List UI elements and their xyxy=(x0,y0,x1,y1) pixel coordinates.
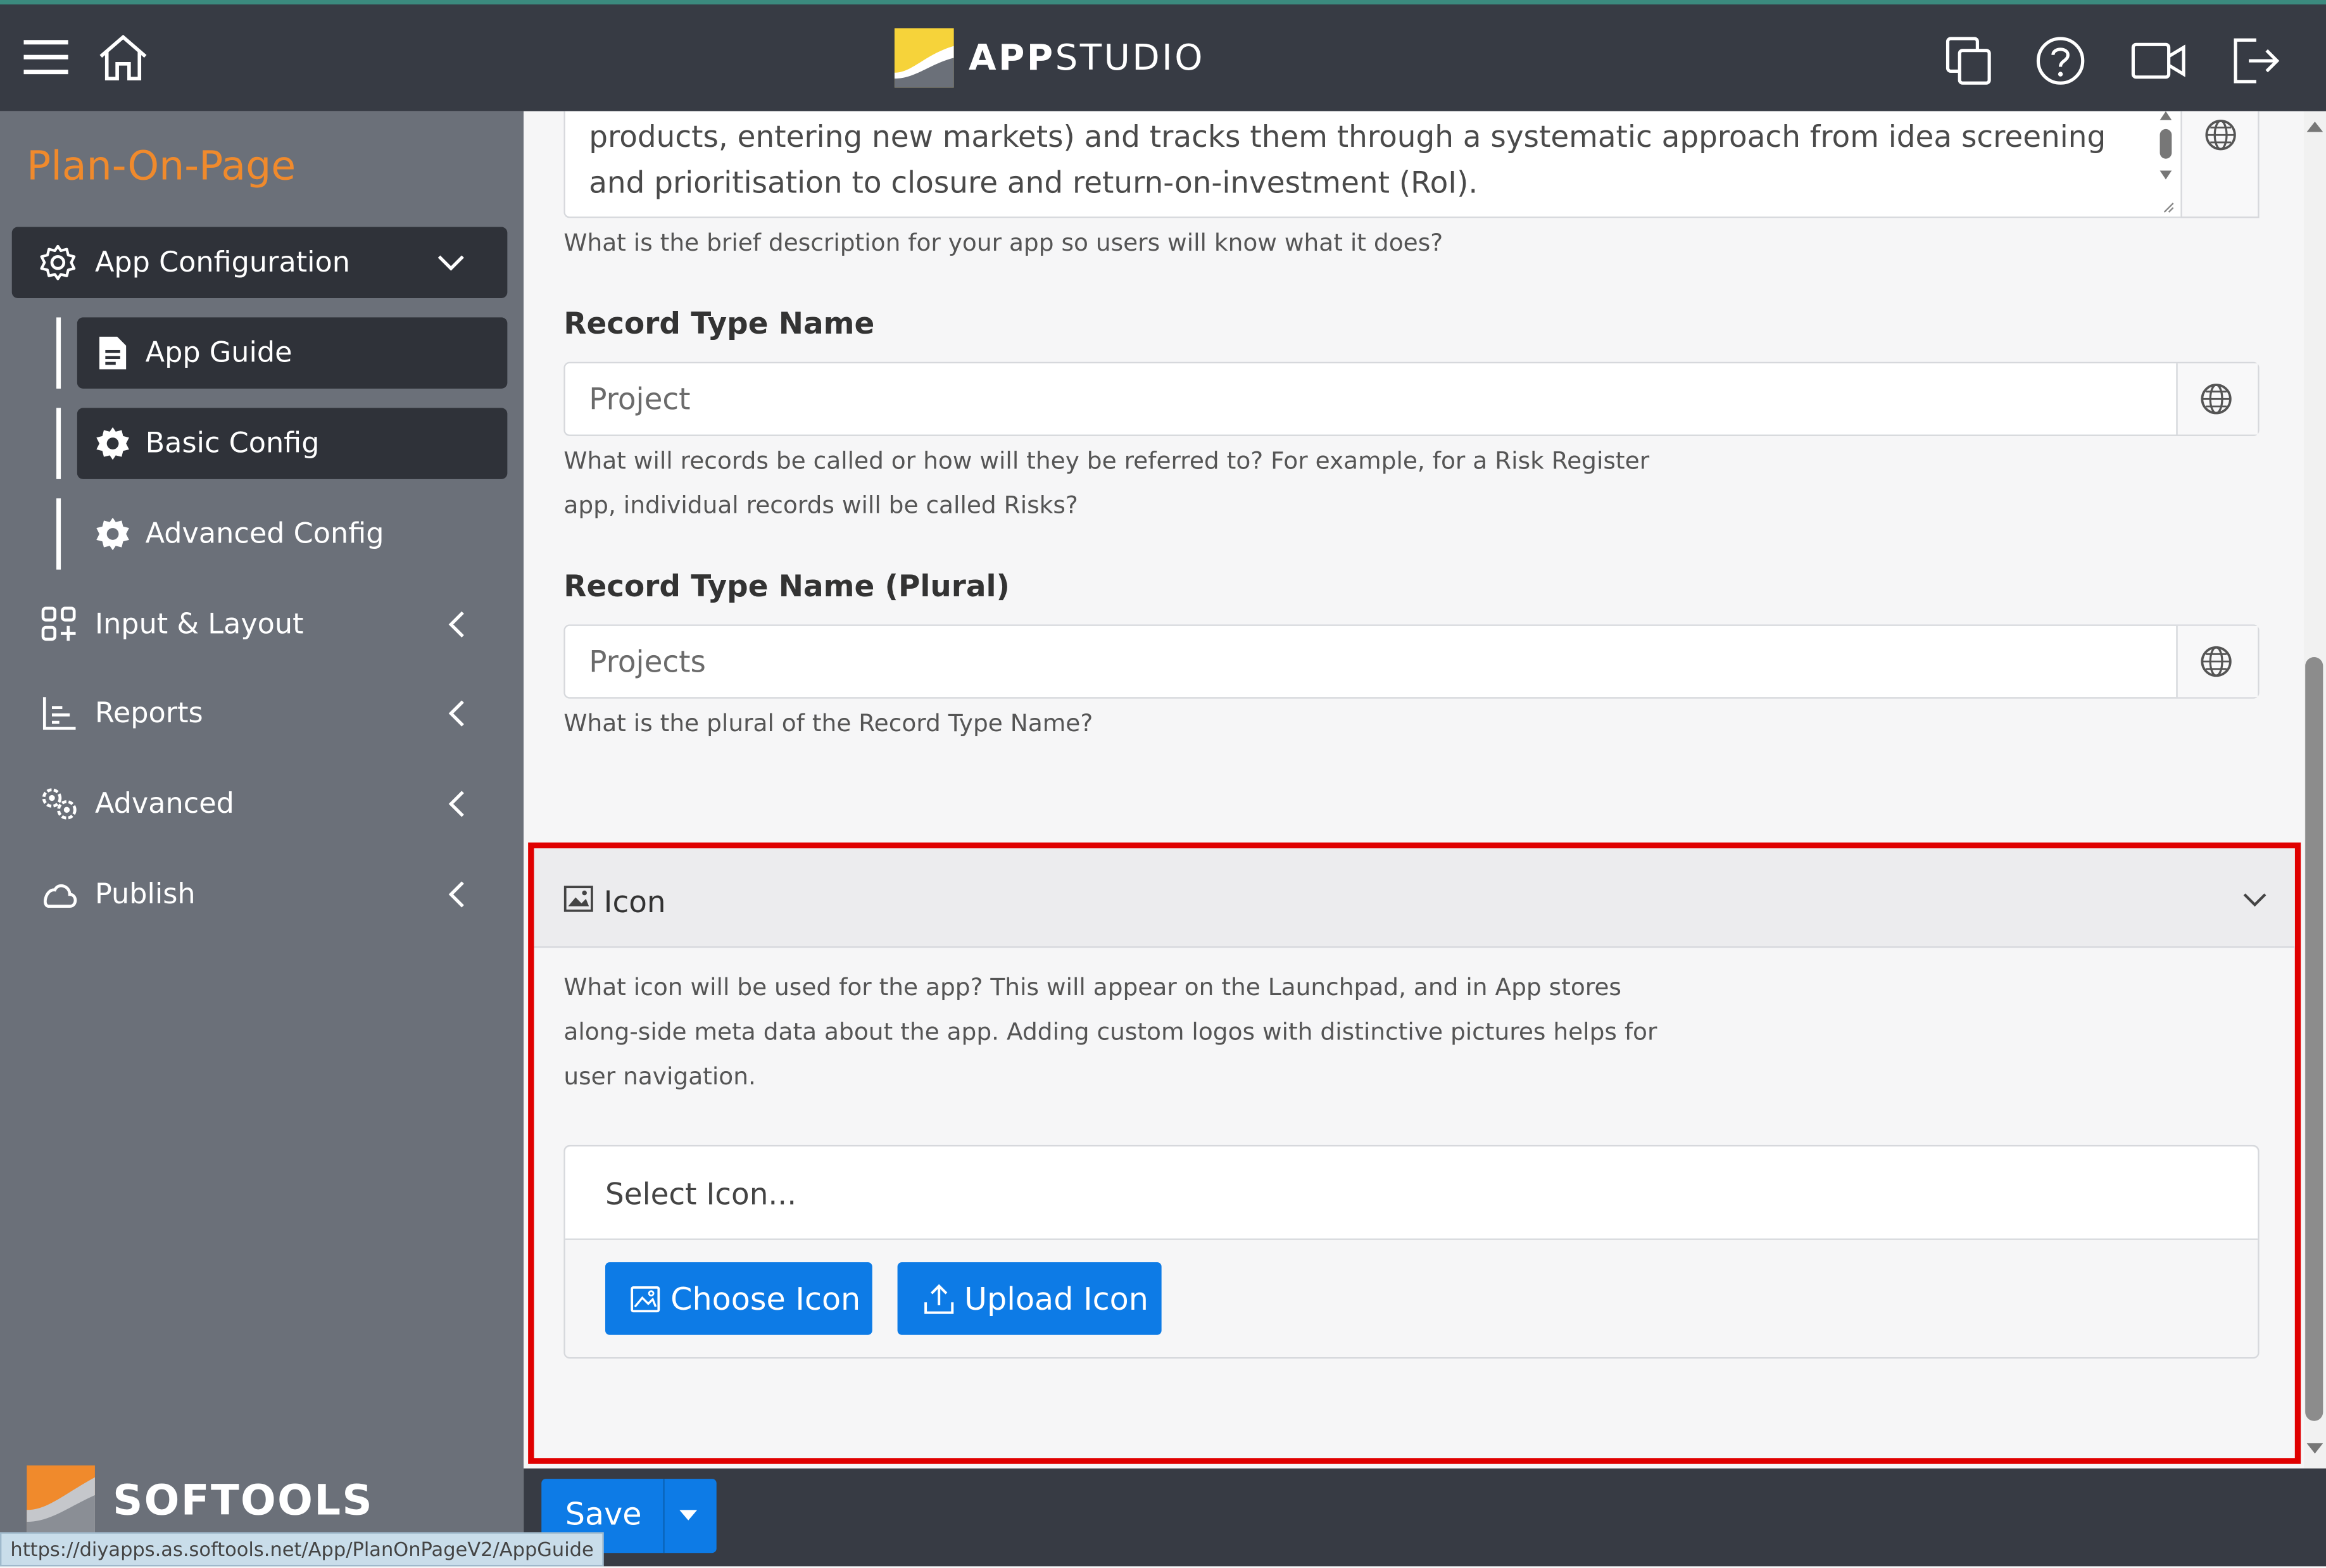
sidebar-item-app-guide[interactable]: App Guide xyxy=(77,317,508,389)
softools-brand: SOFTOOLS xyxy=(113,1475,374,1524)
sidebar-item-label: Input & Layout xyxy=(94,608,304,641)
copy-icon[interactable] xyxy=(1945,35,1996,86)
brand-name-bold: APP xyxy=(969,37,1055,79)
record-type-value: Project xyxy=(589,381,691,417)
translate-button[interactable] xyxy=(2176,625,2258,698)
description-text: products, entering new markets) and trac… xyxy=(589,118,2106,201)
record-type-help-line1: What will records be called or how will … xyxy=(563,446,1650,475)
scrollbar-thumb[interactable] xyxy=(2305,656,2323,1421)
description-help: What is the brief description for your a… xyxy=(563,228,1443,257)
sidebar-item-label: App Guide xyxy=(145,336,292,370)
chevron-down-icon[interactable] xyxy=(2243,893,2266,908)
sidebar-item-app-configuration[interactable]: App Configuration xyxy=(11,227,508,298)
save-label: Save xyxy=(565,1496,642,1533)
textarea-scrollbar[interactable] xyxy=(2156,111,2177,215)
chevron-down-icon xyxy=(437,255,464,271)
select-icon-placeholder: Select Icon... xyxy=(605,1176,797,1212)
record-type-input[interactable]: Project xyxy=(563,361,2260,436)
save-split-divider xyxy=(663,1479,665,1553)
logout-icon[interactable] xyxy=(2230,35,2283,86)
description-textarea[interactable]: products, entering new markets) and trac… xyxy=(563,111,2260,218)
menu-icon[interactable] xyxy=(23,37,68,79)
softools-logo-mark xyxy=(27,1465,95,1534)
sidebar-item-reports[interactable]: Reports xyxy=(12,678,508,749)
sidebar-item-label: Advanced xyxy=(94,787,234,820)
chevron-left-icon xyxy=(448,700,464,727)
globe-icon xyxy=(2205,120,2236,151)
record-type-label: Record Type Name xyxy=(563,305,875,341)
icon-help-line1: What icon will be used for the app? This… xyxy=(563,973,1621,1001)
record-plural-input[interactable]: Projects xyxy=(563,624,2260,699)
choose-icon-label: Choose Icon xyxy=(670,1281,861,1317)
sidebar-item-basic-config[interactable]: Basic Config xyxy=(77,408,508,479)
document-icon xyxy=(99,336,127,370)
scroll-down-arrow-icon[interactable] xyxy=(2306,1443,2323,1455)
cog-icon xyxy=(96,517,129,551)
appstudio-logo-mark xyxy=(894,28,954,88)
brand-name-light: STUDIO xyxy=(1055,37,1205,79)
sidebar-item-label: Publish xyxy=(94,878,196,911)
sidebar-item-publish[interactable]: Publish xyxy=(12,859,508,930)
upload-icon xyxy=(924,1283,954,1314)
bottom-bar xyxy=(524,1468,2326,1567)
choose-icon-button[interactable]: Choose Icon xyxy=(605,1262,872,1335)
gear-outline-icon xyxy=(40,244,76,280)
video-icon[interactable] xyxy=(2130,39,2187,83)
cog-icon xyxy=(96,427,129,460)
icon-panel-title: Icon xyxy=(603,884,666,920)
chart-icon xyxy=(42,697,76,730)
sidebar-item-advanced[interactable]: Advanced xyxy=(12,768,508,839)
image-icon xyxy=(563,886,593,912)
translate-button[interactable] xyxy=(2176,363,2258,435)
globe-icon xyxy=(2201,646,2232,677)
icon-panel-header[interactable]: Icon xyxy=(534,848,2295,948)
sidebar-item-label: Advanced Config xyxy=(145,517,384,551)
submenu-line xyxy=(56,498,61,570)
submenu-line xyxy=(56,408,61,479)
icon-help-line2: along-side meta data about the app. Addi… xyxy=(563,1017,1657,1046)
chevron-left-icon xyxy=(448,791,464,817)
icon-help-line3: user navigation. xyxy=(563,1062,756,1091)
caret-down-icon[interactable] xyxy=(679,1510,698,1522)
select-icon-field[interactable]: Select Icon... xyxy=(565,1146,2258,1240)
app-title: Plan-On-Page xyxy=(27,144,296,190)
softools-logo: SOFTOOLS xyxy=(27,1465,374,1534)
globe-icon xyxy=(2201,384,2232,415)
chevron-left-icon xyxy=(448,611,464,638)
upload-icon-label: Upload Icon xyxy=(964,1281,1148,1317)
record-plural-value: Projects xyxy=(589,643,706,680)
image-icon xyxy=(631,1285,660,1312)
sidebar-item-input-layout[interactable]: Input & Layout xyxy=(12,589,508,660)
sidebar-item-advanced-config[interactable]: Advanced Config xyxy=(77,498,508,569)
record-type-help-line2: app, individual records will be called R… xyxy=(563,491,1078,520)
submenu-line xyxy=(56,317,61,389)
sidebar-item-label: Reports xyxy=(94,697,203,730)
upload-icon-button[interactable]: Upload Icon xyxy=(897,1262,1162,1335)
cloud-icon xyxy=(44,884,77,908)
record-plural-help: What is the plural of the Record Type Na… xyxy=(563,709,1093,737)
sidebar-item-label: App Configuration xyxy=(94,246,351,279)
home-icon[interactable] xyxy=(96,31,149,84)
grid-plus-icon xyxy=(41,606,76,641)
top-bar: APPSTUDIO xyxy=(0,0,2326,111)
record-plural-label: Record Type Name (Plural) xyxy=(563,568,1010,604)
sidebar-item-label: Basic Config xyxy=(145,427,320,460)
translate-button[interactable] xyxy=(2180,111,2260,218)
scroll-up-arrow-icon[interactable] xyxy=(2306,120,2323,132)
chevron-left-icon xyxy=(448,881,464,908)
help-icon[interactable] xyxy=(2035,35,2086,86)
status-url: https://diyapps.as.softools.net/App/Plan… xyxy=(0,1532,605,1567)
gears-icon xyxy=(42,788,77,820)
appstudio-logo: APPSTUDIO xyxy=(894,28,1205,88)
